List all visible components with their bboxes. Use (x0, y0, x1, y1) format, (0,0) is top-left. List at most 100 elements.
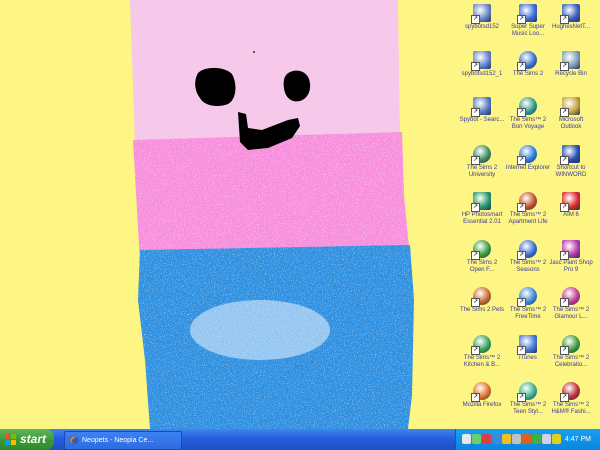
shortcut-arrow-icon: ↗ (560, 15, 569, 24)
desktop-icon-label: The Sims™ 2 FreeTime (509, 307, 547, 320)
windows-flag-icon (5, 434, 16, 445)
desktop-icon[interactable]: ↗ The Sims™ 2 Celebratio... (548, 335, 594, 369)
shield-tray-icon[interactable] (542, 434, 551, 444)
shortcut-arrow-icon: ↗ (517, 203, 526, 212)
volume-icon[interactable] (462, 434, 471, 444)
shortcut-arrow-icon: ↗ (517, 15, 526, 24)
desktop-icon[interactable]: ↗ Recycle Bin (548, 51, 594, 78)
shortcut-arrow-icon: ↗ (471, 108, 480, 117)
shortcut-arrow-icon: ↗ (560, 156, 569, 165)
desktop-icon-label: spybotsd152 (464, 24, 500, 30)
desktop-icon[interactable]: ↗ The Sims 2 Open F... (459, 240, 505, 274)
sims-icon: ↗ (560, 335, 580, 355)
sims-icon: ↗ (517, 287, 537, 307)
sims-icon: ↗ (517, 382, 537, 402)
desktop-icon[interactable]: ↗ The Sims™ 2 Bon Voyage (505, 97, 551, 131)
desktop[interactable]: ↗ spybotsd152 ↗ Super Super Music Loo... ↗ Hu… (0, 0, 600, 429)
desktop-icon[interactable]: ↗ The Sims™ 2 Glamour L... (548, 287, 594, 321)
network-tray-icon[interactable] (472, 434, 481, 444)
desktop-icon[interactable]: ↗ HughesNetT... (548, 4, 594, 31)
shortcut-arrow-icon: ↗ (471, 298, 480, 307)
desktop-icon[interactable]: ↗ Shortcut to WINWORD (548, 145, 594, 179)
taskbar-button-neopets[interactable]: Neopets - Neopia Ce... (64, 431, 182, 450)
outlook-icon: ↗ (560, 97, 580, 117)
shortcut-arrow-icon: ↗ (560, 203, 569, 212)
word-icon: ↗ (560, 145, 580, 165)
shortcut-arrow-icon: ↗ (471, 156, 480, 165)
desktop-icon-label: The Sims™ 2 Glamour L... (552, 307, 590, 320)
printer-tray-icon[interactable] (512, 434, 521, 444)
desktop-icon-label: The Sims 2 University (466, 165, 498, 178)
start-label: start (20, 432, 47, 446)
desktop-icon-label: AIM 6 (563, 212, 579, 218)
shortcut-arrow-icon: ↗ (471, 203, 480, 212)
internet-explorer-icon: ↗ (517, 145, 537, 165)
desktop-icon[interactable]: ↗ The Sims™ 2 Kitchen & B... (459, 335, 505, 369)
shortcut-arrow-icon: ↗ (471, 346, 480, 355)
security-tray-icon[interactable] (522, 434, 531, 444)
desktop-icon-label: Recycle Bin (555, 71, 587, 77)
update-tray-icon[interactable] (502, 434, 511, 444)
desktop-icon[interactable]: ↗ HP Photosmart Essential 2.01 (459, 192, 505, 226)
desktop-icon[interactable]: ↗ Spybot - Searc... (459, 97, 505, 124)
desktop-icon-label: The Sims 2 (512, 71, 544, 77)
sims-tray-icon[interactable] (532, 434, 541, 444)
desktop-icon[interactable]: ↗ Mozilla Firefox (459, 382, 505, 409)
desktop-icon[interactable]: ↗ iTunes (505, 335, 551, 362)
shortcut-arrow-icon: ↗ (560, 393, 569, 402)
photosmart-icon: ↗ (471, 192, 491, 212)
desktop-icon-label: The Sims™ 2 Seasons (509, 260, 547, 273)
desktop-icon-label: Super Super Music Loo... (511, 24, 545, 37)
shortcut-arrow-icon: ↗ (471, 251, 480, 260)
installer-icon: ↗ (471, 4, 491, 24)
desktop-icon[interactable]: ↗ Super Super Music Loo... (505, 4, 551, 38)
desktop-icon[interactable]: ↗ The Sims 2 University (459, 145, 505, 179)
desktop-icon-label: Jasc Paint Shop Pro 9 (549, 260, 593, 273)
desktop-icon[interactable]: ↗ The Sims™ 2 FreeTime (505, 287, 551, 321)
recycle-bin-icon: ↗ (560, 51, 580, 71)
desktop-icon-label: HughesNetT... (551, 24, 591, 30)
shortcut-arrow-icon: ↗ (560, 108, 569, 117)
aim-tray-icon[interactable] (552, 434, 561, 444)
desktop-icon[interactable]: ↗ spybotsd152 (459, 4, 505, 31)
shortcut-arrow-icon: ↗ (560, 62, 569, 71)
spybot-icon: ↗ (471, 97, 491, 117)
desktop-icon-label: Microsoft Outlook (558, 117, 584, 130)
desktop-icon[interactable]: ↗ The Sims™ 2 Teen Styl... (505, 382, 551, 416)
desktop-icon-label: The Sims™ 2 Apartment Life (508, 212, 548, 225)
sims-icon: ↗ (471, 287, 491, 307)
shortcut-arrow-icon: ↗ (560, 298, 569, 307)
desktop-icon[interactable]: ↗ Jasc Paint Shop Pro 9 (548, 240, 594, 274)
shortcut-arrow-icon: ↗ (471, 62, 480, 71)
shortcut-arrow-icon: ↗ (560, 346, 569, 355)
sims-icon: ↗ (471, 145, 491, 165)
desktop-icon[interactable]: ↗ The Sims 2 (505, 51, 551, 78)
desktop-icon[interactable]: ↗ spybotsd152_1 (459, 51, 505, 78)
desktop-icon[interactable]: ↗ The Sims™ 2 Apartment Life (505, 192, 551, 226)
firefox-icon (69, 435, 79, 445)
sims-icon: ↗ (560, 287, 580, 307)
desktop-icon[interactable]: ↗ Microsoft Outlook (548, 97, 594, 131)
network-icon: ↗ (560, 4, 580, 24)
shortcut-arrow-icon: ↗ (517, 393, 526, 402)
shortcut-arrow-icon: ↗ (517, 346, 526, 355)
desktop-icon[interactable]: ↗ The Sims™ 2 H&M® Fashi... (548, 382, 594, 416)
desktop-icon[interactable]: ↗ The Sims 2 Pets (459, 287, 505, 314)
shortcut-arrow-icon: ↗ (517, 251, 526, 260)
messenger-tray-icon[interactable] (492, 434, 501, 444)
desktop-icon[interactable]: ↗ AIM 6 (548, 192, 594, 219)
desktop-icon-label: Internet Explorer (505, 165, 551, 171)
desktop-icon[interactable]: ↗ The Sims™ 2 Seasons (505, 240, 551, 274)
desktop-icon-label: spybotsd152_1 (461, 71, 503, 77)
sims-icon: ↗ (517, 97, 537, 117)
clock[interactable]: 4:47 PM (565, 429, 591, 450)
start-button[interactable]: start (0, 429, 54, 450)
shortcut-arrow-icon: ↗ (517, 62, 526, 71)
desktop-icon-label: The Sims™ 2 H&M® Fashi... (551, 402, 591, 415)
desktop-icon[interactable]: ↗ Internet Explorer (505, 145, 551, 172)
desktop-icon-label: The Sims™ 2 Bon Voyage (509, 117, 547, 130)
antivirus-tray-icon[interactable] (482, 434, 491, 444)
desktop-icon-label: Mozilla Firefox (462, 402, 502, 408)
desktop-icon-label: Shortcut to WINWORD (555, 165, 587, 178)
shortcut-arrow-icon: ↗ (517, 108, 526, 117)
